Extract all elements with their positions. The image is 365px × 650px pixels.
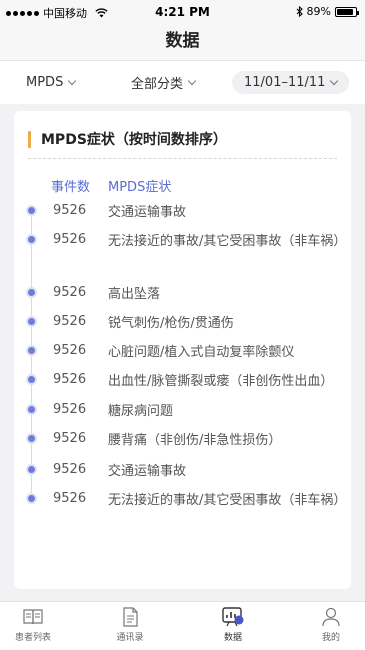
tab-me[interactable]: 我的 [296,607,365,643]
symptom-label: 交通运输事故 [108,205,187,220]
symptom-label: 高出坠落 [108,287,161,302]
symptom-label: 无法接近的事故/其它受困事故（非车祸） [108,234,347,249]
status-right: 89% [296,5,359,18]
timeline-dot [28,347,35,354]
document-icon [123,607,138,627]
tab-label: 通讯录 [116,633,144,643]
source-filter[interactable]: MPDS [26,75,77,90]
bluetooth-icon [296,6,303,17]
timeline-dot [28,495,35,502]
event-count: 9526 [53,232,87,247]
symptom-label: 心脏问题/植入式自动复率除颤仪 [108,345,295,360]
symptom-label: 交通运输事故 [108,464,187,479]
column-header-symptom: MPDS症状 [108,180,172,195]
timeline-dot [28,466,35,473]
timeline-dot [28,236,35,243]
event-count: 9526 [53,203,87,218]
symptom-card: MPDS症状（按时间数排序） 事件数 MPDS症状 9526 交通运输事故 95… [14,111,351,589]
event-count: 9526 [53,343,87,358]
divider [28,158,337,159]
category-filter-label: 全部分类 [131,77,184,92]
symptom-label: 无法接近的事故/其它受困事故（非车祸） [108,493,347,508]
person-icon [322,607,340,627]
filter-bar: MPDS 全部分类 11/01–11/11 [0,60,365,104]
tab-data[interactable]: 数据 [198,607,268,643]
event-count: 9526 [53,491,87,506]
symptom-label: 糖尿病问题 [108,404,174,419]
tab-label: 数据 [223,633,242,643]
symptom-label: 腰背痛（非创伤/非急性损伤） [108,433,282,448]
tab-label: 患者列表 [14,633,51,643]
timeline-dot [28,376,35,383]
event-count: 9526 [53,314,87,329]
event-count: 9526 [53,431,87,446]
event-count: 9526 [53,285,87,300]
symptom-label: 锐气刺伤/枪伤/贯通伤 [108,316,234,331]
timeline-dot [28,289,35,296]
book-icon [23,609,43,625]
chevron-down-icon [68,76,77,85]
event-count: 9526 [53,462,87,477]
tab-bar: 患者列表 通讯录 数据 我的 [0,601,365,650]
chevron-down-icon [330,76,339,85]
event-count: 9526 [53,372,87,387]
chevron-down-icon [187,76,197,85]
timeline-dot [28,406,35,413]
timeline-dot [28,318,35,325]
nav-bar: 数据 [0,24,365,60]
event-count: 9526 [53,402,87,417]
tab-patient-list[interactable]: 患者列表 [0,607,68,643]
page-title: 数据 [165,31,200,51]
symptom-label: 出血性/脉管撕裂或瘘（非创伤性出血） [108,374,334,389]
battery-fill [337,8,354,15]
category-filter[interactable]: 全部分类 [131,73,197,92]
title-accent-bar [28,130,31,148]
timeline-dot [28,207,35,214]
date-range-filter[interactable]: 11/01–11/11 [232,71,350,94]
timeline-dot [28,435,35,442]
date-range-label: 11/01–11/11 [244,75,326,90]
chart-board-icon [222,607,244,627]
tab-contacts[interactable]: 通讯录 [95,607,165,643]
column-header-count: 事件数 [51,180,91,195]
card-title: MPDS症状（按时间数排序） [41,132,227,148]
status-bar: 中国移动 4:21 PM 89% [0,0,365,24]
battery-percent: 89% [306,5,331,18]
battery-icon [335,6,359,17]
tab-label: 我的 [321,633,340,643]
source-filter-label: MPDS [26,75,64,90]
card-header: MPDS症状（按时间数排序） [28,129,227,149]
